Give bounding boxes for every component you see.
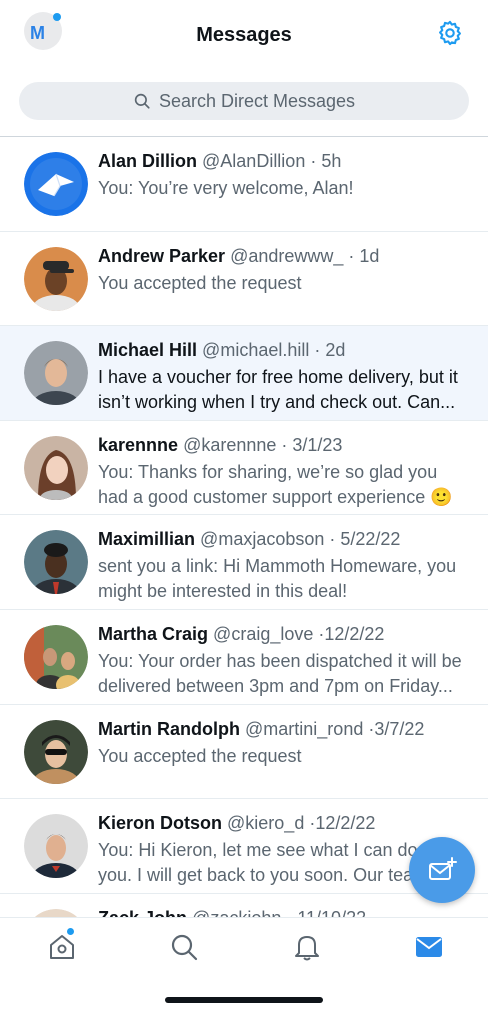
contact-meta: @AlanDillion · 5h [202,151,342,171]
conversation-row[interactable]: Martin Randolph @martini_rond ·3/7/22 Yo… [0,705,488,800]
avatar [24,246,88,311]
home-icon[interactable] [47,932,77,962]
avatar [24,814,88,879]
contact-name: Andrew Parker [98,245,226,266]
bell-icon[interactable] [292,932,322,962]
message-preview: You: Thanks for sharing, we’re so glad y… [98,461,453,507]
avatar [24,624,88,689]
conversation-list[interactable]: Alan Dillion @AlanDillion · 5h You: You’… [0,137,488,917]
contact-name: Alan Dillion [98,151,197,171]
avatar [24,719,88,784]
contact-name: Zack John [98,908,187,917]
home-indicator [165,997,323,1003]
message-preview: You accepted the request [98,745,302,766]
contact-meta: @kiero_d ·12/2/22 [227,813,376,834]
contact-meta: @martini_rond ·3/7/22 [245,718,425,739]
search-input[interactable]: Search Direct Messages [19,82,469,120]
contact-name: Maximillian [98,529,196,550]
message-preview: You: Your order has been dispatched it w… [98,650,462,696]
tab-bar [0,917,488,1015]
avatar [24,435,88,500]
message-preview: You accepted the request [98,272,302,293]
search-icon [134,93,150,109]
conversation-row[interactable]: Andrew Parker @andrewww_ · 1d You accept… [0,232,488,327]
notification-dot [67,928,74,935]
avatar [24,908,88,917]
contact-name: karennne [98,434,179,455]
conversation-row[interactable]: Michael Hill @michael.hill · 2d I have a… [0,326,488,421]
contact-meta: @craig_love ·12/2/22 [213,623,385,644]
avatar [24,152,88,216]
contact-meta: @maxjacobson · 5/22/22 [200,529,401,550]
new-message-button[interactable] [409,837,475,903]
notification-dot [53,13,61,21]
contact-meta: @zackjohn · 11/10/22 [192,908,366,917]
top-bar: M Messages [0,0,488,70]
message-preview: sent you a link: Hi Mammoth Homeware, yo… [98,556,457,602]
contact-meta: @michael.hill · 2d [202,340,346,361]
new-message-icon [429,857,457,880]
contact-name: Martha Craig [98,623,209,644]
contact-meta: @karennne · 3/1/23 [183,434,343,455]
avatar [24,530,88,595]
gear-icon[interactable] [436,19,464,47]
search-icon[interactable] [169,932,199,962]
message-preview: I have a voucher for free home delivery,… [98,367,458,413]
contact-name: Kieron Dotson [98,813,222,834]
message-preview: You: You’re very welcome, Alan! [98,178,354,198]
mail-icon[interactable] [414,932,444,962]
search-placeholder: Search Direct Messages [158,90,356,111]
contact-name: Martin Randolph [98,718,240,739]
conversation-row[interactable]: Zack John @zackjohn · 11/10/22 [0,894,488,917]
conversation-row[interactable]: Martha Craig @craig_love ·12/2/22 You: Y… [0,610,488,705]
contact-meta: @andrewww_ · 1d [230,245,380,266]
conversation-row[interactable]: Alan Dillion @AlanDillion · 5h You: You’… [0,137,488,232]
conversation-row[interactable]: Maximillian @maxjacobson · 5/22/22 sent … [0,515,488,610]
page-title: Messages [196,24,292,46]
conversation-row[interactable]: karennne @karennne · 3/1/23 You: Thanks … [0,421,488,516]
avatar [24,341,88,406]
contact-name: Michael Hill [98,340,198,361]
